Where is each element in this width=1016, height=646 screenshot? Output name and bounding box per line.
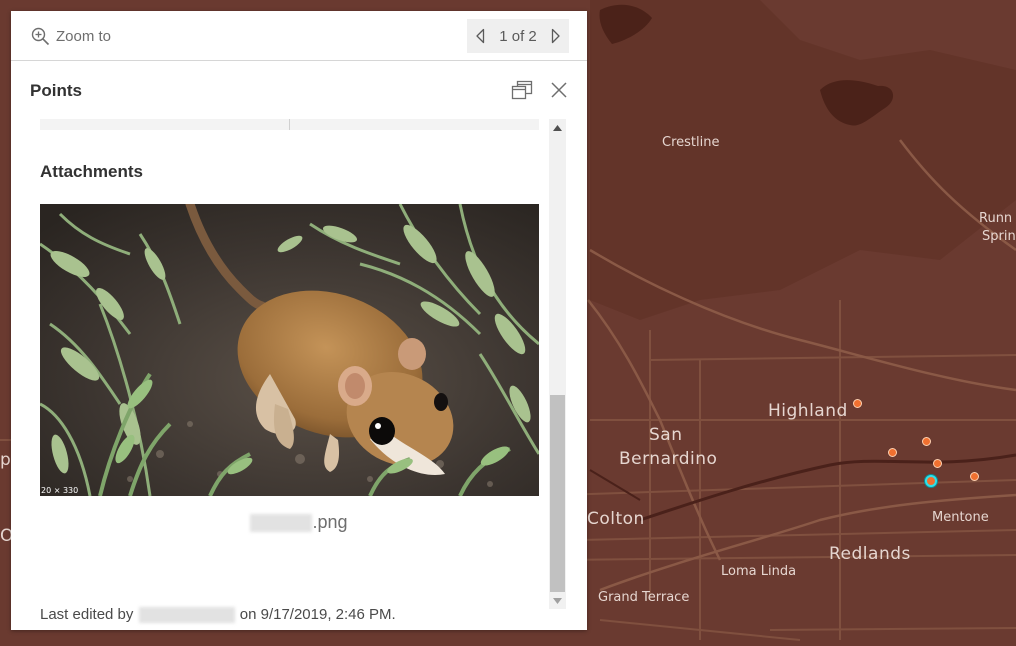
chevron-left-icon — [476, 28, 485, 44]
content-scrollbar[interactable] — [549, 119, 566, 609]
popup-content[interactable]: Attachments 20 × 330 .png Last edited by… — [11, 119, 587, 629]
redacted-filename — [250, 514, 313, 533]
feature-pager: 1 of 2 — [467, 19, 569, 53]
dock-button[interactable] — [511, 79, 533, 101]
triangle-up-icon — [553, 124, 562, 131]
popup-title: Points — [30, 81, 82, 100]
map-label-running-springs-2: Sprin — [982, 229, 1016, 244]
map-label-colton: Colton — [587, 509, 645, 529]
scroll-down-button[interactable] — [549, 592, 566, 609]
last-edited-info: Last edited by on 9/17/2019, 2:46 PM. — [40, 606, 396, 624]
map-label-highland: Highland — [768, 401, 848, 421]
close-icon — [551, 82, 567, 98]
map-label-bernardino: Bernardino — [619, 449, 718, 469]
feature-popup: Zoom to 1 of 2 Points Attachments 20 × 3… — [11, 11, 587, 630]
previous-feature-button[interactable] — [473, 26, 487, 46]
attachments-heading: Attachments — [40, 162, 143, 181]
scroll-thumb[interactable] — [550, 395, 565, 592]
last-edited-suffix: on 9/17/2019, 2:46 PM. — [239, 606, 396, 623]
point-marker-selected[interactable] — [925, 475, 937, 487]
map-label-san: San — [649, 425, 683, 445]
point-marker[interactable] — [970, 472, 979, 481]
image-size-label: 20 × 330 — [41, 486, 79, 495]
point-marker[interactable] — [853, 399, 862, 408]
map-label-running-springs: Runn — [979, 211, 1013, 226]
attachment-link[interactable]: .png — [11, 512, 587, 533]
map-label-grand-terrace: Grand Terrace — [598, 590, 690, 605]
scroll-up-button[interactable] — [549, 119, 566, 136]
point-marker[interactable] — [888, 448, 897, 457]
map-label-edge-p: p — [0, 450, 12, 470]
point-marker[interactable] — [933, 459, 942, 468]
pager-text: 1 of 2 — [499, 27, 537, 45]
popup-toolbar: Zoom to 1 of 2 — [11, 11, 587, 61]
chevron-right-icon — [551, 28, 560, 44]
zoom-to-button[interactable]: Zoom to — [31, 24, 111, 48]
fields-table-row — [40, 119, 539, 130]
table-divider — [289, 119, 290, 130]
close-button[interactable] — [549, 80, 569, 100]
map-label-loma-linda: Loma Linda — [721, 564, 797, 579]
triangle-down-icon — [553, 597, 562, 604]
redacted-editor-name — [138, 607, 235, 624]
kangaroo-rat-photo — [40, 204, 539, 496]
map-label-mentone: Mentone — [932, 510, 989, 525]
last-edited-prefix: Last edited by — [40, 606, 134, 623]
point-marker[interactable] — [922, 437, 931, 446]
attachment-thumbnail[interactable]: 20 × 330 — [40, 204, 539, 496]
map-label-crestline: Crestline — [662, 135, 720, 150]
next-feature-button[interactable] — [549, 26, 563, 46]
attachment-extension: .png — [312, 512, 348, 532]
dock-icon — [511, 80, 533, 100]
zoom-in-icon — [31, 27, 50, 45]
zoom-to-label: Zoom to — [56, 27, 112, 45]
popup-header: Points — [11, 61, 587, 119]
map-label-redlands: Redlands — [829, 544, 911, 564]
